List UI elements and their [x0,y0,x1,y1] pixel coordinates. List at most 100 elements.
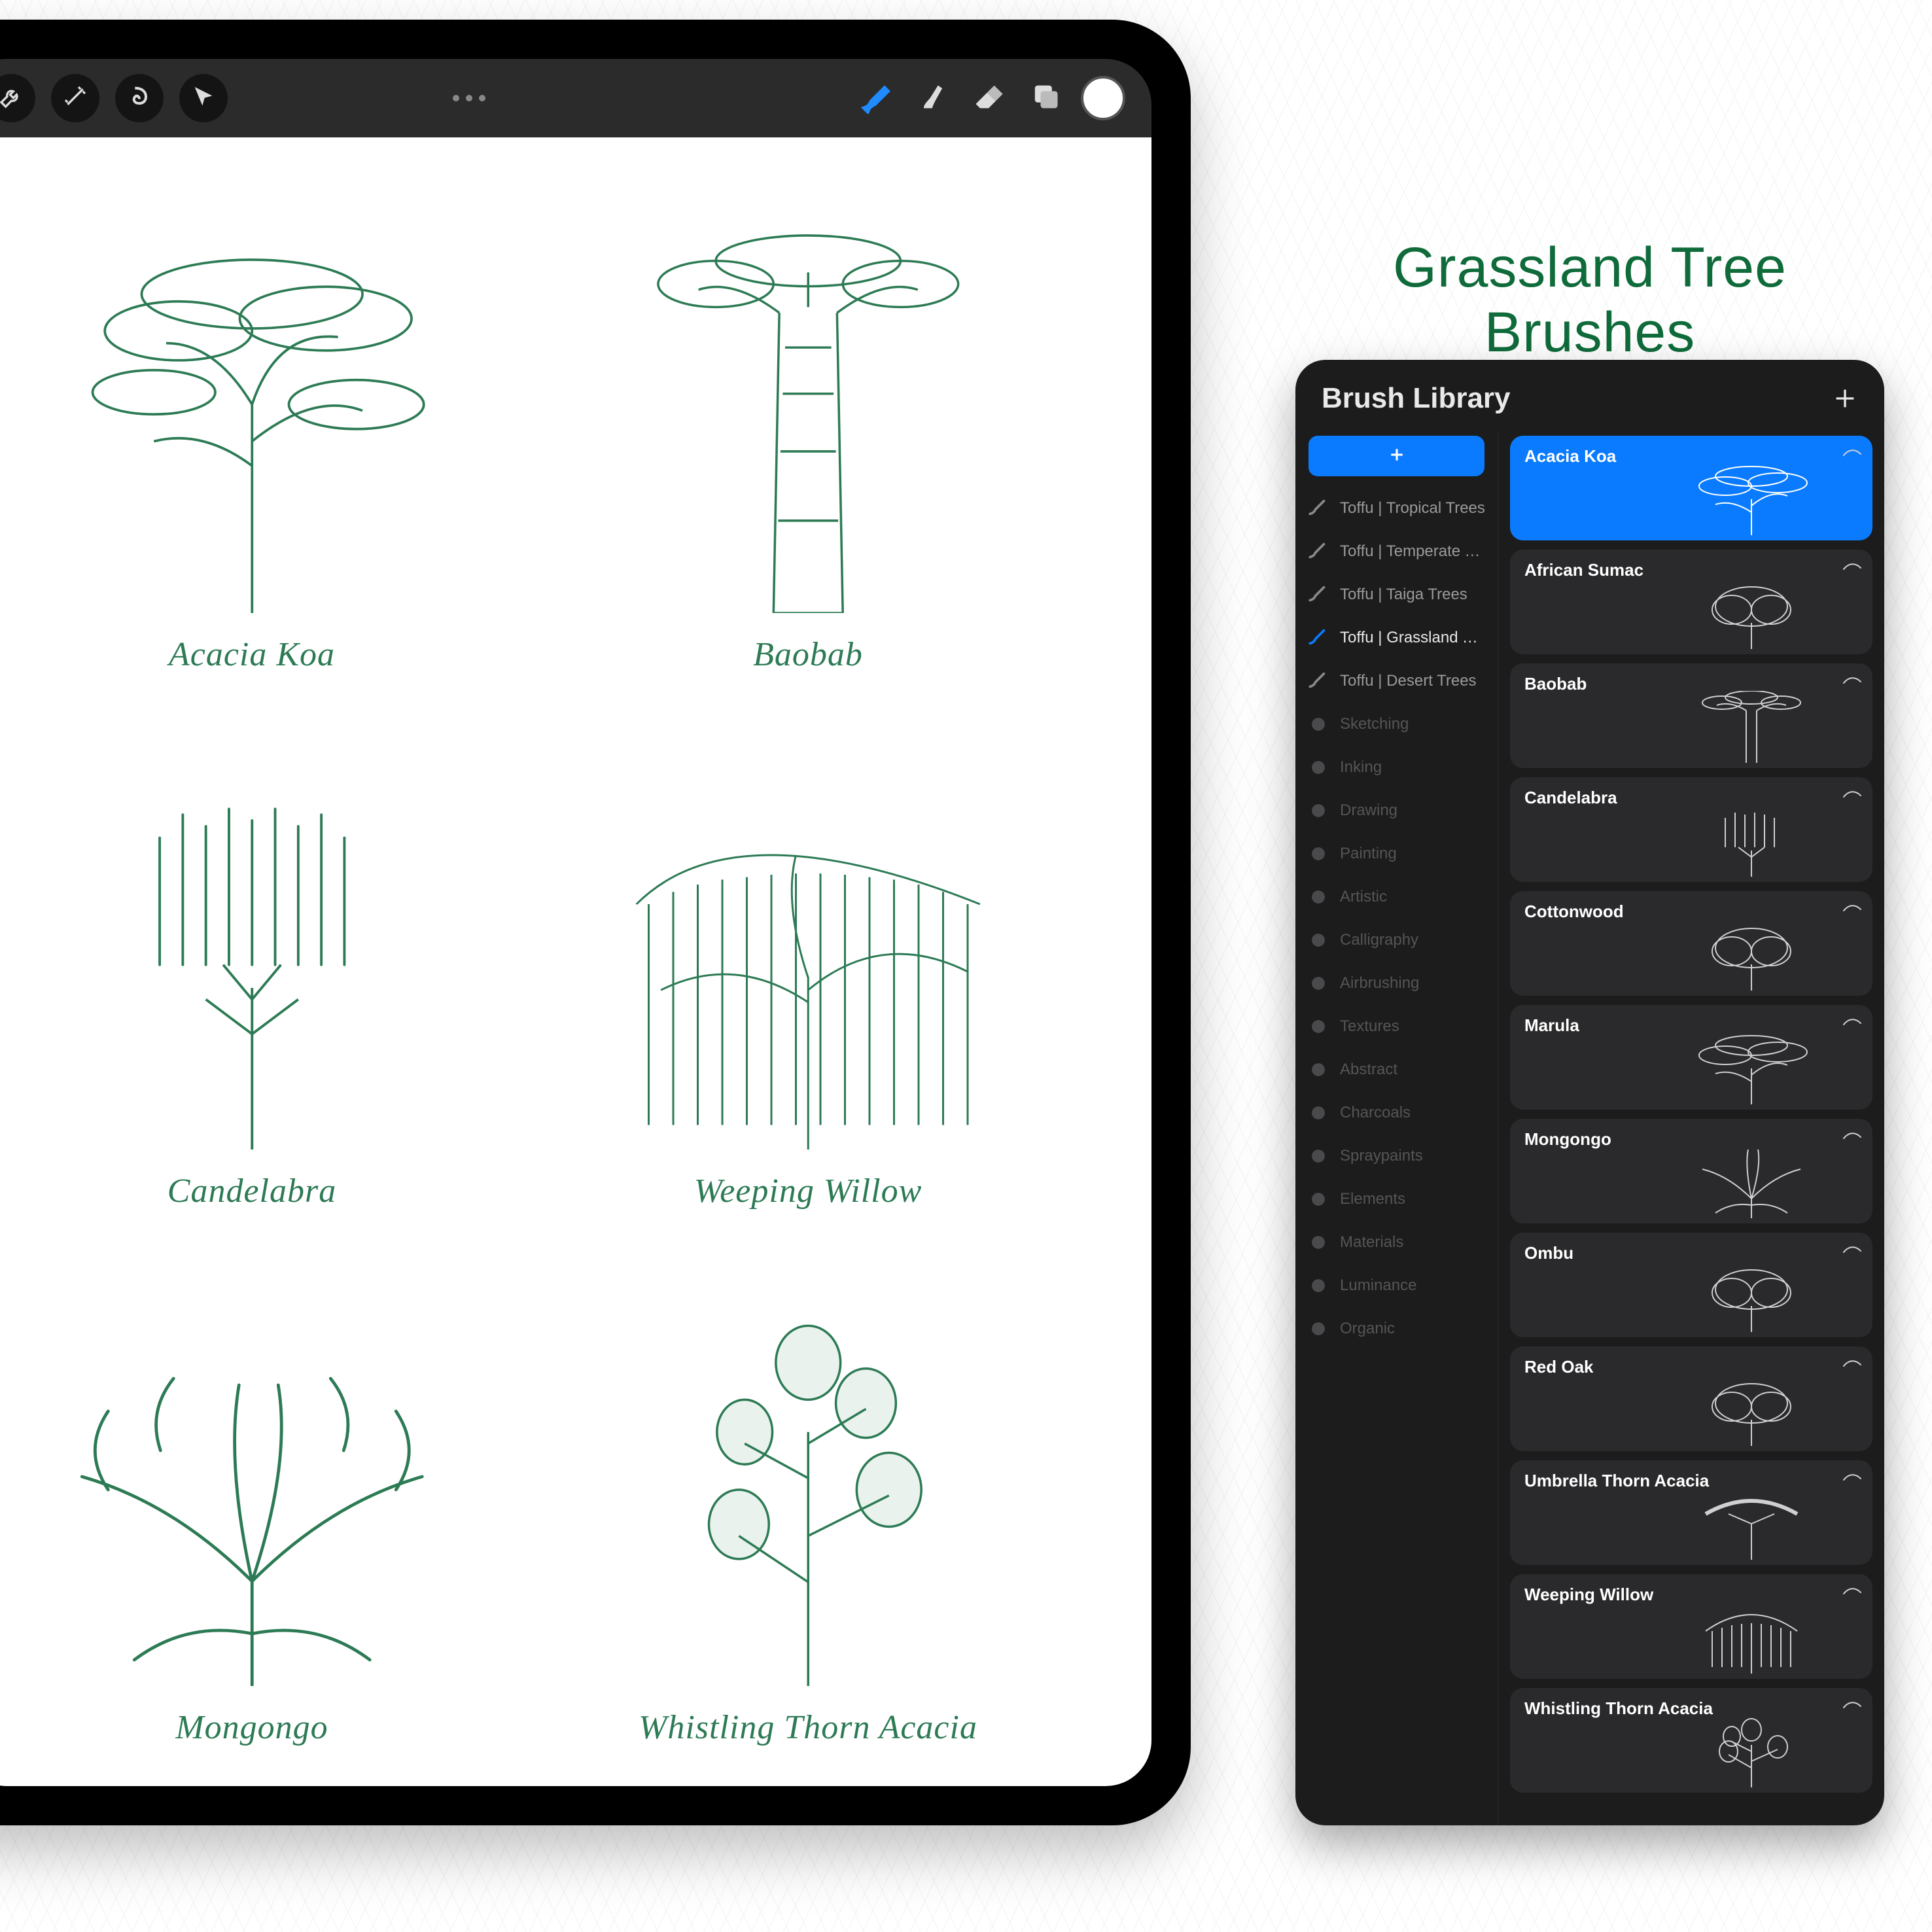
brush-item[interactable]: Red Oak [1510,1346,1872,1451]
brush-set-item[interactable]: Toffu | Temperate Tre… [1295,530,1498,573]
brush-thumbnail [1670,1715,1833,1787]
brush-set-item[interactable]: Elements [1295,1178,1498,1221]
brush-thumbnail [1670,463,1833,535]
eraser-icon [972,80,1006,117]
brush-set-item[interactable]: Toffu | Desert Trees [1295,659,1498,703]
brush-thumbnail [1670,1488,1833,1560]
brush-set-icon [1307,584,1329,606]
brush-thumbnail [1670,1032,1833,1104]
adjustments-button[interactable] [51,74,99,122]
brush-thumbnail [1670,919,1833,991]
selection-icon [126,84,152,113]
tree-grid: Acacia Koa Baobab [0,137,1151,1786]
tree-cell-candelabra: Candelabra [0,713,517,1210]
brush-set-item[interactable]: Luminance [1295,1264,1498,1307]
brush-item[interactable]: Baobab [1510,663,1872,768]
brush-thumbnail [1670,1602,1833,1674]
add-brush-button[interactable] [1832,385,1858,412]
brush-set-label: Artistic [1340,888,1486,906]
procreate-toolbar [0,59,1151,137]
brush-set-label: Charcoals [1340,1104,1486,1122]
plus-icon [1832,403,1858,414]
color-swatch[interactable] [1081,76,1125,120]
eraser-tool[interactable] [968,78,1009,118]
brush-set-label: Toffu | Desert Trees [1340,672,1486,690]
brush-set-item[interactable]: Toffu | Tropical Trees [1295,487,1498,530]
brush-set-label: Airbrushing [1340,974,1486,992]
brush-stroke-icon [1842,561,1862,572]
brush-set-icon [1307,1015,1329,1038]
brush-set-item[interactable]: Drawing [1295,789,1498,832]
tree-cell-acacia-koa: Acacia Koa [0,177,517,674]
brush-set-item[interactable]: Organic [1295,1307,1498,1350]
brush-set-icon [1307,1231,1329,1254]
brush-set-label: Luminance [1340,1276,1486,1295]
selection-button[interactable] [115,74,164,122]
brush-item[interactable]: Ombu [1510,1233,1872,1337]
brush-stroke-icon [1842,789,1862,799]
brush-set-item[interactable]: Sketching [1295,703,1498,746]
brush-stroke-icon [1842,1244,1862,1255]
brush-item[interactable]: Acacia Koa [1510,436,1872,540]
layers-icon [1028,80,1062,117]
brush-set-item[interactable]: Materials [1295,1221,1498,1264]
brush-set-icon [1307,843,1329,865]
brush-set-item[interactable]: Inking [1295,746,1498,789]
brush-set-item[interactable]: Charcoals [1295,1091,1498,1134]
brush-item[interactable]: Candelabra [1510,777,1872,882]
more-dots-icon[interactable] [453,95,485,101]
brush-set-item[interactable]: Artistic [1295,875,1498,919]
transform-button[interactable] [179,74,228,122]
ipad-frame: Acacia Koa Baobab [0,20,1191,1825]
brush-stroke-icon [1842,448,1862,458]
tree-illustration [0,177,517,613]
brush-set-label: Toffu | Taiga Trees [1340,586,1486,604]
layers-tool[interactable] [1025,78,1065,118]
brush-thumbnail [1670,691,1833,763]
brush-item[interactable]: Weeping Willow [1510,1574,1872,1679]
canvas[interactable]: Acacia Koa Baobab [0,137,1151,1786]
brush-item[interactable]: African Sumac [1510,550,1872,654]
panel-title: Brush Library [1322,382,1511,415]
brush-set-item[interactable]: Toffu | Grassland Trees [1295,616,1498,659]
brush-set-label: Sketching [1340,715,1486,733]
brush-set-label: Textures [1340,1017,1486,1036]
brush-set-item[interactable]: Airbrushing [1295,962,1498,1005]
brush-set-item[interactable]: Toffu | Taiga Trees [1295,573,1498,616]
tree-cell-baobab: Baobab [543,177,1073,674]
tree-label: Baobab [753,635,863,674]
brush-item[interactable]: Marula [1510,1005,1872,1110]
add-set-button[interactable] [1308,436,1484,476]
brush-set-label: Drawing [1340,801,1486,820]
brush-item[interactable]: Mongongo [1510,1119,1872,1223]
tree-illustration [0,1250,517,1686]
brush-tool[interactable] [856,78,896,118]
brush-stroke-icon [1842,1017,1862,1027]
cursor-icon [190,84,217,113]
brush-set-label: Calligraphy [1340,931,1486,949]
brush-set-icon [1307,929,1329,951]
brush-set-item[interactable]: Abstract [1295,1048,1498,1091]
smudge-tool[interactable] [912,78,953,118]
tree-illustration [543,177,1073,613]
brush-set-label: Spraypaints [1340,1147,1486,1165]
brush-set-icon [1307,670,1329,692]
brush-set-label: Toffu | Grassland Trees [1340,629,1486,647]
brush-set-icon [1307,1318,1329,1340]
brush-item[interactable]: Umbrella Thorn Acacia [1510,1460,1872,1565]
brush-set-icon [1307,1274,1329,1297]
brush-set-item[interactable]: Calligraphy [1295,919,1498,962]
brush-set-item[interactable]: Spraypaints [1295,1134,1498,1178]
brush-item[interactable]: Whistling Thorn Acacia [1510,1688,1872,1793]
brush-thumbnail [1670,1374,1833,1446]
brush-thumbnail [1670,577,1833,649]
brush-item[interactable]: Cottonwood [1510,891,1872,996]
brush-set-label: Elements [1340,1190,1486,1208]
brush-set-item[interactable]: Textures [1295,1005,1498,1048]
brush-set-item[interactable]: Painting [1295,832,1498,875]
gallery-actions-button[interactable] [0,74,35,122]
magic-wand-icon [62,84,88,113]
ipad-screen: Acacia Koa Baobab [0,59,1151,1786]
brush-stroke-icon [1842,903,1862,913]
brush-icon [859,80,893,117]
